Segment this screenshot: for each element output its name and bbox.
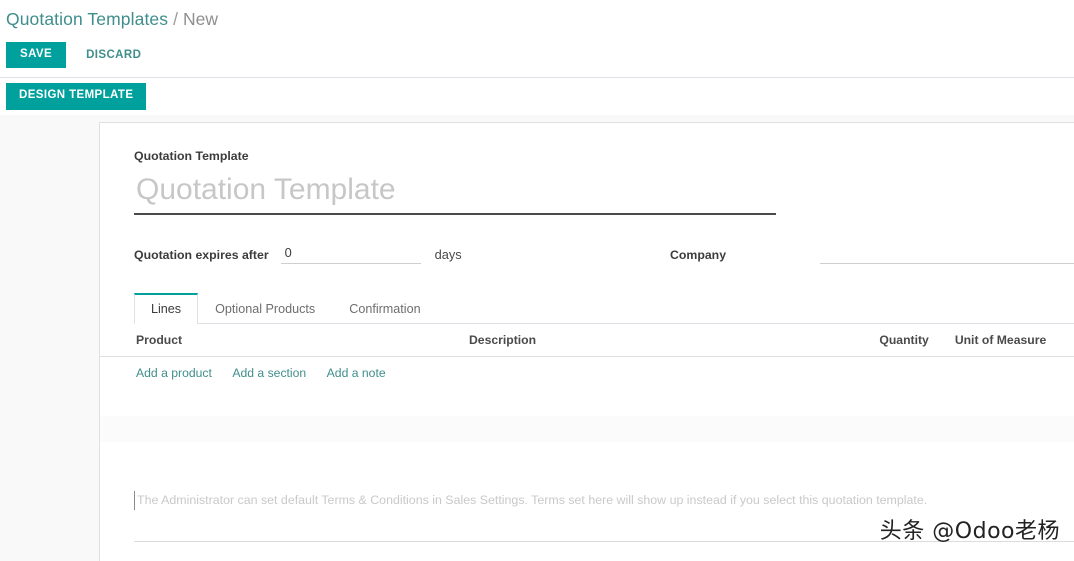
order-lines-header: Product Description Quantity Unit of Mea… [100,324,1074,357]
design-template-button[interactable]: DESIGN TEMPLATE [6,83,147,110]
days-suffix-label: days [434,247,462,262]
notebook-tabs: Lines Optional Products Confirmation [134,292,1074,324]
save-button[interactable]: SAVE [6,41,67,69]
add-a-product-link[interactable]: Add a product [136,366,212,380]
breadcrumb-root-link[interactable]: Quotation Templates [6,9,168,30]
discard-button[interactable]: DISCARD [72,42,153,69]
expiry-field-group: Quotation expires after days [134,245,670,264]
add-links-row: Add a product Add a section Add a note [100,356,1074,390]
quotation-expiry-input[interactable] [280,245,421,264]
table-header-row: Product Description Quantity Unit of Mea… [100,324,1074,357]
notebook: Lines Optional Products Confirmation Pro… [100,292,1074,468]
expiry-field-label: Quotation expires after [134,247,269,262]
column-header-product: Product [100,324,461,357]
column-header-description: Description [460,324,850,357]
add-a-section-link[interactable]: Add a section [232,366,306,380]
tab-lines[interactable]: Lines [134,293,199,324]
empty-row [100,416,1074,442]
status-bar: DESIGN TEMPLATE [0,77,1074,115]
company-field-label: Company [670,247,727,262]
company-field-group: Company [670,245,1074,264]
add-a-note-link[interactable]: Add a note [327,366,386,380]
terms-and-conditions-field[interactable]: The Administrator can set default Terms … [134,491,1069,510]
add-links-cell: Add a product Add a section Add a note [100,356,1074,390]
empty-row [100,442,1074,468]
form-field-group: Quotation expires after days Company [100,245,1074,264]
terms-placeholder-text[interactable]: The Administrator can set default Terms … [134,491,1069,510]
tab-confirmation[interactable]: Confirmation [332,293,437,324]
breadcrumb: Quotation Templates / New [0,0,1074,34]
title-field-label: Quotation Template [134,149,249,163]
title-field-group: Quotation Template [100,149,1074,215]
column-header-unit-of-measure: Unit of Measure [936,324,1074,357]
breadcrumb-current: New [182,8,218,29]
breadcrumb-separator: / [173,8,178,29]
tab-optional-products[interactable]: Optional Products [198,293,332,324]
action-buttons-bar: SAVE DISCARD [0,36,1074,74]
order-lines-body: Add a product Add a section Add a note [100,356,1074,468]
quotation-template-name-input[interactable] [134,173,776,215]
odoo-form-view: Quotation Templates / New SAVE DISCARD D… [0,0,1074,561]
form-sheet: Quotation Template Quotation expires aft… [99,122,1074,561]
column-header-quantity: Quantity [849,324,937,357]
company-input[interactable] [820,245,1074,264]
order-lines-table: Product Description Quantity Unit of Mea… [100,324,1074,468]
terms-divider [134,541,1074,542]
empty-row [100,390,1074,416]
